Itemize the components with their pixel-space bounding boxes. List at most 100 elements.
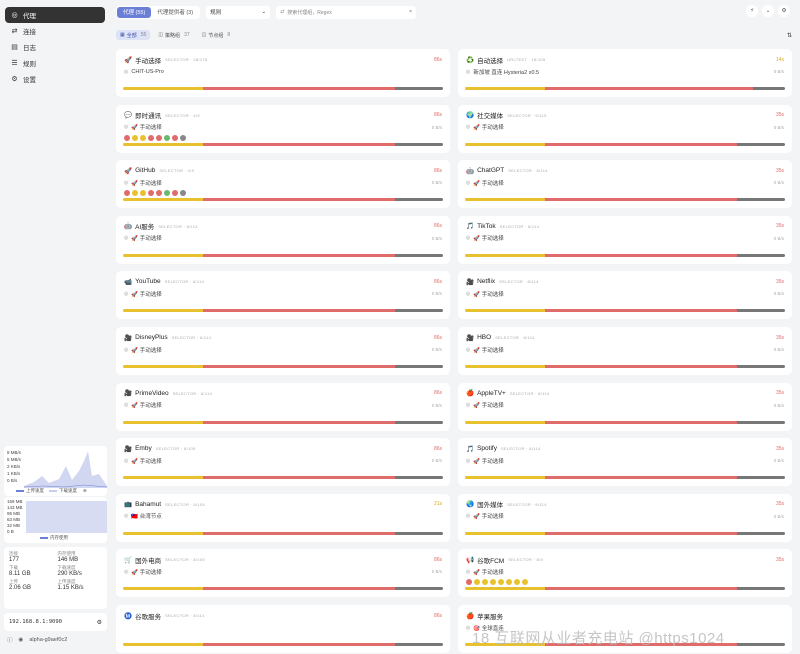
filter-chip-1[interactable]: ◫ 策略组 37 [154, 30, 193, 40]
proxy-dot[interactable] [514, 579, 520, 586]
group-speed: 0 B/s [431, 180, 442, 186]
proxy-group-card[interactable]: 📺 Bahamut SELECTOR · 8/105 21s ◎ 🇹🇼 台湾节点 [116, 493, 450, 542]
proxy-group-card[interactable]: 🍎 AppleTV+ SELECTOR · 8/114 35s ◎ 🚀 手动选择 0 B/s [458, 382, 792, 431]
latency-badge[interactable]: 86s [434, 223, 442, 229]
latency-badge[interactable]: 86s [434, 446, 442, 452]
proxy-group-card[interactable]: 🛒 国外电商 SELECTOR · 8/105 86s ◎ 🚀 手动选择 0 B/s [116, 549, 450, 598]
latency-badge[interactable]: 35s [776, 446, 784, 452]
proxy-group-card[interactable]: 🎥 Emby SELECTOR · 8/105 86s ◎ 🚀 手动选择 0 B/s [116, 438, 450, 487]
latency-bar [465, 87, 785, 90]
controller-settings-icon[interactable]: ⚙ [97, 619, 102, 626]
latency-badge[interactable]: 21s [434, 501, 442, 507]
sidebar-item-0[interactable]: ◎ 代理 [5, 7, 105, 23]
latency-badge[interactable]: 14s [776, 57, 784, 63]
proxy-dot[interactable] [156, 190, 162, 197]
group-type: SELECTOR · 4/9 [165, 112, 200, 118]
chart-toggle-icon[interactable]: ⊕ [83, 488, 87, 494]
controller-select[interactable]: 192.168.8.1:9090 ⚙ [4, 613, 107, 631]
latency-badge[interactable]: 35s [776, 335, 784, 341]
group-speed: 0 B/s [773, 513, 784, 519]
proxy-dot[interactable] [164, 190, 170, 197]
proxy-group-card[interactable]: 🎵 Spotify SELECTOR · 8/114 35s ◎ 🚀 手动选择 0 B/s [458, 438, 792, 487]
latency-badge[interactable]: 35s [776, 112, 784, 118]
proxy-group-card[interactable]: 🎥 Netflix SELECTOR · 8/114 35s ◎ 🚀 手动选择 0 B/s [458, 271, 792, 320]
proxy-dot[interactable] [522, 579, 528, 586]
proxy-dot[interactable] [466, 579, 472, 586]
proxy-group-card[interactable]: 🤖 AI服务 SELECTOR · 8/114 86s ◎ 🚀 手动选择 0 B/s [116, 215, 450, 264]
group-speed: 0 B/s [431, 402, 442, 408]
card-header: 🤖 ChatGPT SELECTOR · 8/114 35s [466, 166, 784, 175]
proxy-dot[interactable] [180, 190, 186, 197]
latency-test-icon[interactable]: ⚡ [746, 5, 758, 17]
search-input[interactable]: ⇄ 搜索代理组，Regex × [276, 5, 417, 19]
latency-badge[interactable]: 86s [434, 390, 442, 396]
latency-badge[interactable]: 86s [434, 279, 442, 285]
proxy-group-card[interactable]: 🌍 社交媒体 SELECTOR · 5/115 35s ◎ 🚀 手动选择 0 B/s [458, 104, 792, 153]
proxy-group-card[interactable]: 📢 谷歌FCM SELECTOR · 8/9 35s ◎ 🚀 手动选择 [458, 549, 792, 598]
proxy-dot[interactable] [132, 190, 138, 197]
sidebar-item-4[interactable]: ⚙ 设置 [5, 71, 105, 87]
proxy-dot[interactable] [498, 579, 504, 586]
sidebar-item-2[interactable]: ▤ 日志 [5, 39, 105, 55]
proxy-dot[interactable] [474, 579, 480, 586]
proxy-dot[interactable] [156, 134, 162, 141]
proxy-dot[interactable] [172, 134, 178, 141]
proxy-dot[interactable] [180, 134, 186, 141]
github-icon[interactable]: ◉ [19, 637, 24, 643]
proxy-group-card[interactable]: Ⓜ️ 谷歌服务 SELECTOR · 8/114 86s [116, 605, 450, 653]
latency-badge[interactable]: 35s [776, 501, 784, 507]
proxy-dot[interactable] [132, 134, 138, 141]
proxy-dot[interactable] [140, 190, 146, 197]
selected-proxy: CHIT-US-Pro [131, 68, 164, 75]
proxy-dot[interactable] [124, 134, 130, 141]
proxy-dot[interactable] [172, 190, 178, 197]
proxy-group-card[interactable]: 🎥 PrimeVideo SELECTOR · 8/114 86s ◎ 🚀 手动选择 0 B… [116, 382, 450, 431]
filter-chip-2[interactable]: ◫ 节点组 8 [198, 30, 235, 40]
proxy-group-card[interactable]: 🤖 ChatGPT SELECTOR · 8/114 35s ◎ 🚀 手动选择 0 B/s [458, 160, 792, 209]
proxy-group-card[interactable]: 💬 即时通讯 SELECTOR · 4/9 86s ◎ 🚀 手动选择 0 B/s [116, 104, 450, 153]
latency-badge[interactable]: 86s [434, 112, 442, 118]
proxy-dot[interactable] [164, 134, 170, 141]
tab-0[interactable]: 代理 (55) [117, 6, 152, 18]
mode-select[interactable]: 规则 ⌄ [206, 5, 271, 19]
proxy-group-card[interactable]: 🎵 TikTok SELECTOR · 8/114 35s ◎ 🚀 手动选择 0 B/s [458, 215, 792, 264]
tab-1[interactable]: 代理提供者 (3) [151, 7, 199, 18]
latency-badge[interactable]: 35s [776, 168, 784, 174]
collapse-icon[interactable]: ⌄ [762, 5, 774, 17]
proxy-group-card[interactable]: ♻️ 自动选择 URLTEST · 18/105 14s ◎ 新加坡 直连 Hysteri… [458, 49, 792, 97]
proxy-group-card[interactable]: 📹 YouTube SELECTOR · 8/114 86s ◎ 🚀 手动选择 0 B/s [116, 271, 450, 320]
filter-count: 55 [140, 32, 147, 38]
clear-icon[interactable]: × [409, 9, 412, 15]
proxy-dot[interactable] [140, 134, 146, 141]
info-icon[interactable]: ⓘ [7, 636, 13, 644]
proxy-dot[interactable] [148, 134, 154, 141]
card-selected-row: ◎ 🚀 手动选择 0 B/s [466, 345, 784, 354]
filter-chip-0[interactable]: ▦ 全部 55 [116, 30, 151, 40]
latency-badge[interactable]: 86s [434, 557, 442, 563]
latency-bar [123, 643, 443, 646]
proxy-dot[interactable] [482, 579, 488, 586]
proxy-dot[interactable] [148, 190, 154, 197]
proxy-group-card[interactable]: 🚀 GitHub SELECTOR · 4/9 86s ◎ 🚀 手动选择 0 B/s [116, 160, 450, 209]
sidebar-item-3[interactable]: ☰ 规则 [5, 55, 105, 71]
sort-icon[interactable]: ⇅ [787, 32, 792, 39]
latency-badge[interactable]: 35s [776, 557, 784, 563]
proxy-group-card[interactable]: 🎥 DisneyPlus SELECTOR · 8/114 86s ◎ 🚀 手动选择 0 B… [116, 327, 450, 375]
latency-badge[interactable]: 35s [776, 223, 784, 229]
proxy-group-card[interactable]: 🌏 国外媒体 SELECTOR · 8/114 35s ◎ 🚀 手动选择 0 B/s [458, 493, 792, 542]
latency-badge[interactable]: 86s [434, 335, 442, 341]
proxy-dot[interactable] [506, 579, 512, 586]
proxy-group-card[interactable]: 🎥 HBO SELECTOR · 8/114 35s ◎ 🚀 手动选择 0 B/s [458, 327, 792, 375]
latency-badge[interactable]: 86s [434, 168, 442, 174]
proxy-dot[interactable] [490, 579, 496, 586]
latency-badge[interactable]: 35s [776, 279, 784, 285]
upload-legend-swatch [16, 490, 24, 492]
sidebar-item-1[interactable]: ⇄ 连接 [5, 23, 105, 39]
latency-bar [123, 587, 443, 591]
latency-badge[interactable]: 86s [434, 57, 442, 63]
settings-icon[interactable]: ⚙ [778, 5, 790, 17]
latency-badge[interactable]: 35s [776, 390, 784, 396]
proxy-group-card[interactable]: 🚀 手动选择 SELECTOR · 28/178 86s ◎ CHIT-US-Pro [116, 49, 450, 97]
latency-badge[interactable]: 86s [434, 613, 442, 619]
proxy-dot[interactable] [124, 190, 130, 197]
